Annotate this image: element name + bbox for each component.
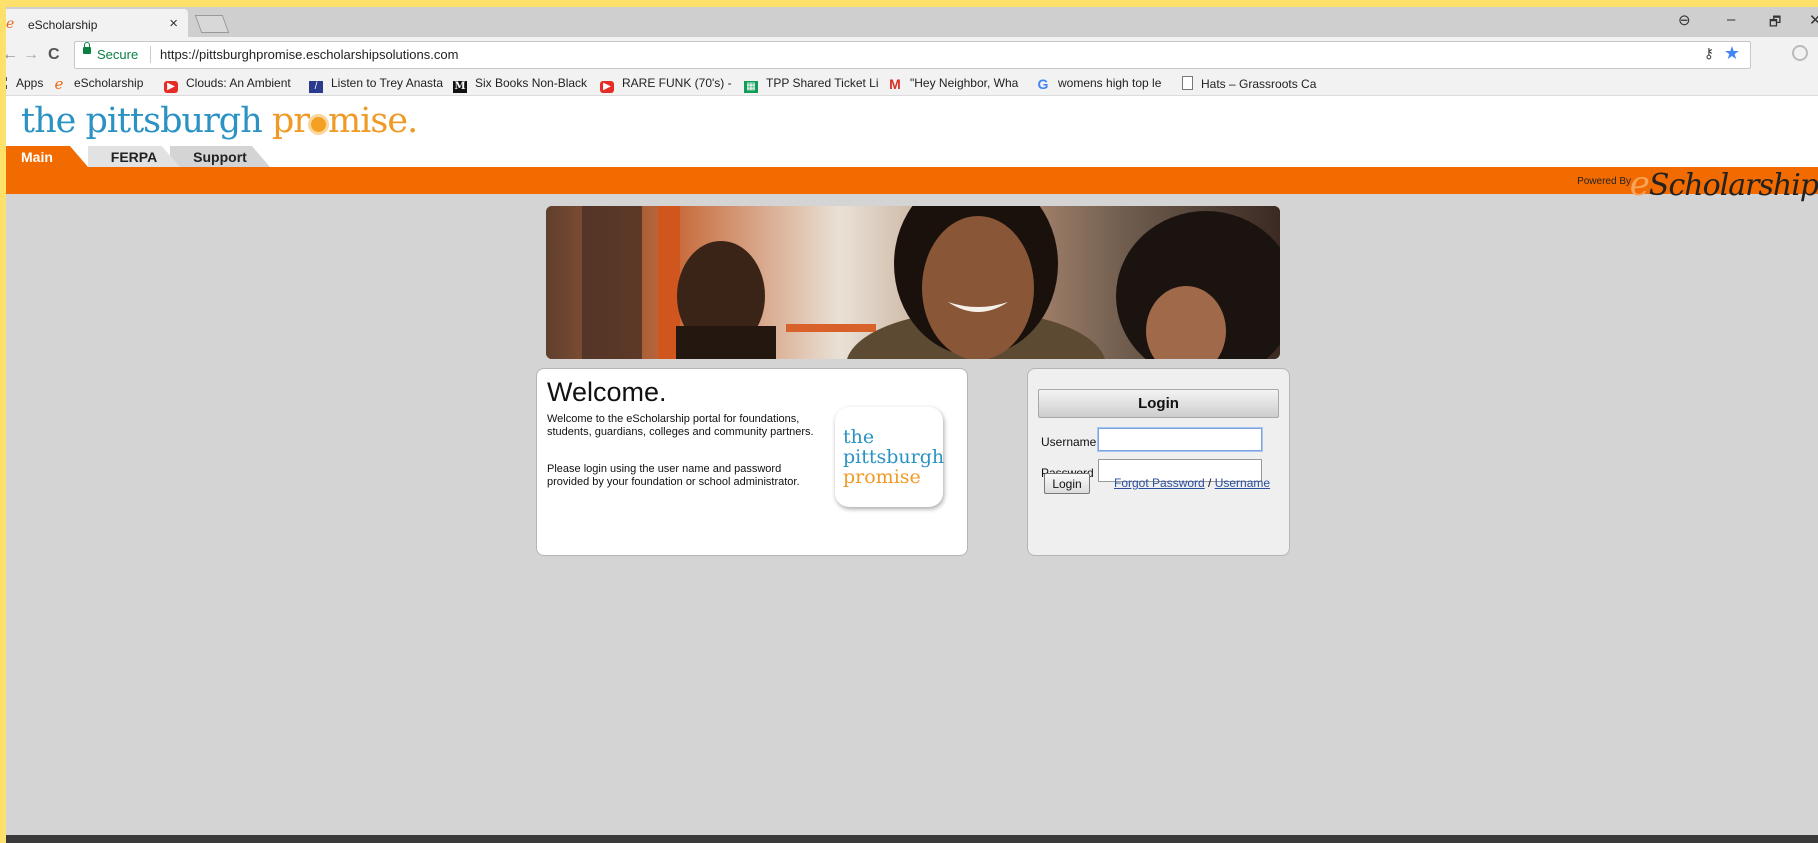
students-photo-image — [546, 206, 1280, 359]
bookmark-hey-neighbor[interactable]: M "Hey Neighbor, Wha — [888, 76, 1028, 90]
bookmark-label: Apps — [16, 76, 44, 90]
bookmark-escholarship[interactable]: e eScholarship — [52, 76, 144, 91]
logo-text-orange-end: mise. — [328, 101, 418, 141]
bookmark-apps[interactable]: Apps — [6, 76, 43, 90]
sheets-icon: ▦ — [744, 81, 758, 93]
footer-bar — [6, 835, 1818, 843]
secure-label: Secure — [97, 47, 139, 62]
reload-icon[interactable]: C — [48, 46, 60, 64]
bookmark-tpp[interactable]: ▦ TPP Shared Ticket Li — [744, 76, 880, 93]
login-heading: Login — [1038, 389, 1279, 418]
bookmark-clouds[interactable]: ▶ Clouds: An Ambient — [164, 76, 296, 93]
bookmark-womens-high-top[interactable]: Gwomens high top le — [1036, 76, 1174, 90]
google-icon: G — [1037, 76, 1049, 90]
escholarship-favicon-icon: e — [6, 16, 15, 32]
bookmark-label: TPP Shared Ticket Li — [766, 76, 879, 90]
tab-strip: e eScholarship × ⊖ – 🗗 ✕ — [6, 7, 1818, 39]
bookmark-label: Clouds: An Ambient — [186, 76, 291, 90]
youtube-icon: ▶ — [164, 81, 178, 93]
youtube-icon: ▶ — [600, 81, 614, 93]
back-icon[interactable]: ← — [6, 46, 18, 64]
escholarship-icon: e — [54, 76, 64, 91]
badge-line-promise: promise — [843, 466, 921, 488]
url-text[interactable]: https://pittsburghpromise.escholarshipso… — [160, 47, 458, 62]
logo-text-orange: pr — [271, 101, 310, 141]
tab-ferpa[interactable]: FERPA — [88, 146, 180, 167]
login-panel: Login Username Password Login Forgot Pas… — [1027, 368, 1290, 556]
account-icon[interactable]: ⊖ — [1678, 11, 1691, 29]
close-window-icon[interactable]: ✕ — [1809, 11, 1818, 29]
bookmark-label: eScholarship — [74, 76, 144, 90]
bookmark-hats[interactable]: Hats – Grassroots Ca — [1182, 76, 1322, 91]
minimize-icon[interactable]: – — [1727, 11, 1735, 28]
bookmark-star-icon[interactable]: ★ — [1724, 43, 1740, 64]
apps-grid-icon — [6, 77, 10, 89]
sun-icon — [311, 117, 327, 132]
key-icon[interactable]: ⚷ — [1704, 45, 1714, 62]
orange-banner: Powered By eScholarship — [6, 164, 1818, 204]
bookmark-label: Listen to Trey Anasta — [331, 76, 443, 90]
pittsburgh-promise-logo[interactable]: the pittsburgh pr mise. — [21, 101, 418, 141]
bookmark-label: Six Books Non-Black — [475, 76, 588, 90]
bookmark-label: "Hey Neighbor, Wha — [910, 76, 1019, 90]
badge-line-pittsburgh: pittsburgh — [843, 446, 945, 468]
welcome-panel: Welcome. Welcome to the eScholarship por… — [536, 368, 968, 556]
medium-icon: M — [453, 81, 467, 93]
logo-text-blue: the pittsburgh — [21, 101, 272, 141]
restore-icon[interactable]: 🗗 — [1769, 13, 1781, 35]
welcome-heading: Welcome. — [547, 377, 667, 407]
forgot-username-link[interactable]: Username — [1215, 476, 1270, 490]
tab-main[interactable]: Main — [6, 146, 88, 167]
forgot-password-link[interactable]: Forgot Password — [1114, 476, 1205, 490]
brand-text: Scholarship — [1648, 168, 1818, 203]
browser-toolbar: ← → C Secure https://pittsburghpromise.e… — [6, 37, 1818, 73]
tab-close-icon[interactable]: × — [169, 15, 178, 32]
brand-e: e — [1629, 164, 1650, 204]
pittsburgh-promise-badge: the pittsburgh promise — [835, 407, 945, 507]
welcome-text: Welcome to the eScholarship portal for f… — [547, 413, 814, 438]
bookmark-rare-funk[interactable]: ▶ RARE FUNK (70's) - ( — [600, 76, 734, 93]
podcast-icon: / — [309, 81, 323, 93]
forward-icon[interactable]: → — [23, 46, 39, 64]
username-label: Username — [1041, 435, 1097, 449]
new-tab-button[interactable] — [194, 15, 230, 33]
lock-icon — [83, 42, 91, 54]
powered-by-label: Powered By — [1577, 176, 1631, 187]
escholarship-brand-logo[interactable]: eScholarship — [1630, 164, 1818, 204]
document-icon — [1182, 76, 1193, 90]
login-button[interactable]: Login — [1044, 473, 1090, 494]
extension-icon[interactable] — [1792, 45, 1808, 61]
login-instructions-text: Please login using the user name and pas… — [547, 463, 800, 488]
bookmark-trey[interactable]: / Listen to Trey Anasta — [309, 76, 443, 93]
tab-title: eScholarship — [28, 18, 98, 32]
hero-photo — [546, 206, 1280, 359]
gmail-icon: M — [889, 76, 901, 90]
address-bar[interactable]: Secure https://pittsburghpromise.eschola… — [74, 41, 1751, 69]
browser-tab[interactable]: e eScholarship × — [6, 9, 188, 39]
tab-support[interactable]: Support — [170, 146, 270, 167]
username-input[interactable] — [1098, 428, 1262, 451]
browser-window: e eScholarship × ⊖ – 🗗 ✕ ← → C Secure ht… — [6, 7, 1818, 843]
bookmarks-bar: Apps e eScholarship ▶ Clouds: An Ambient /… — [6, 73, 1818, 96]
link-separator: / — [1204, 476, 1215, 490]
address-separator — [150, 46, 151, 63]
page-content: the pittsburgh pr mise. Support FERPA Mai… — [6, 96, 1818, 843]
site-header: the pittsburgh pr mise. Support FERPA Mai… — [6, 96, 1818, 167]
recovery-links: Forgot Password / Username — [1114, 476, 1270, 490]
bookmark-six-books[interactable]: M Six Books Non-Black — [453, 76, 591, 93]
bookmark-label: womens high top le — [1058, 76, 1162, 90]
badge-line-the: the — [843, 426, 875, 448]
bookmark-label: RARE FUNK (70's) - ( — [622, 76, 734, 90]
bookmark-label: Hats – Grassroots Ca — [1201, 77, 1317, 91]
